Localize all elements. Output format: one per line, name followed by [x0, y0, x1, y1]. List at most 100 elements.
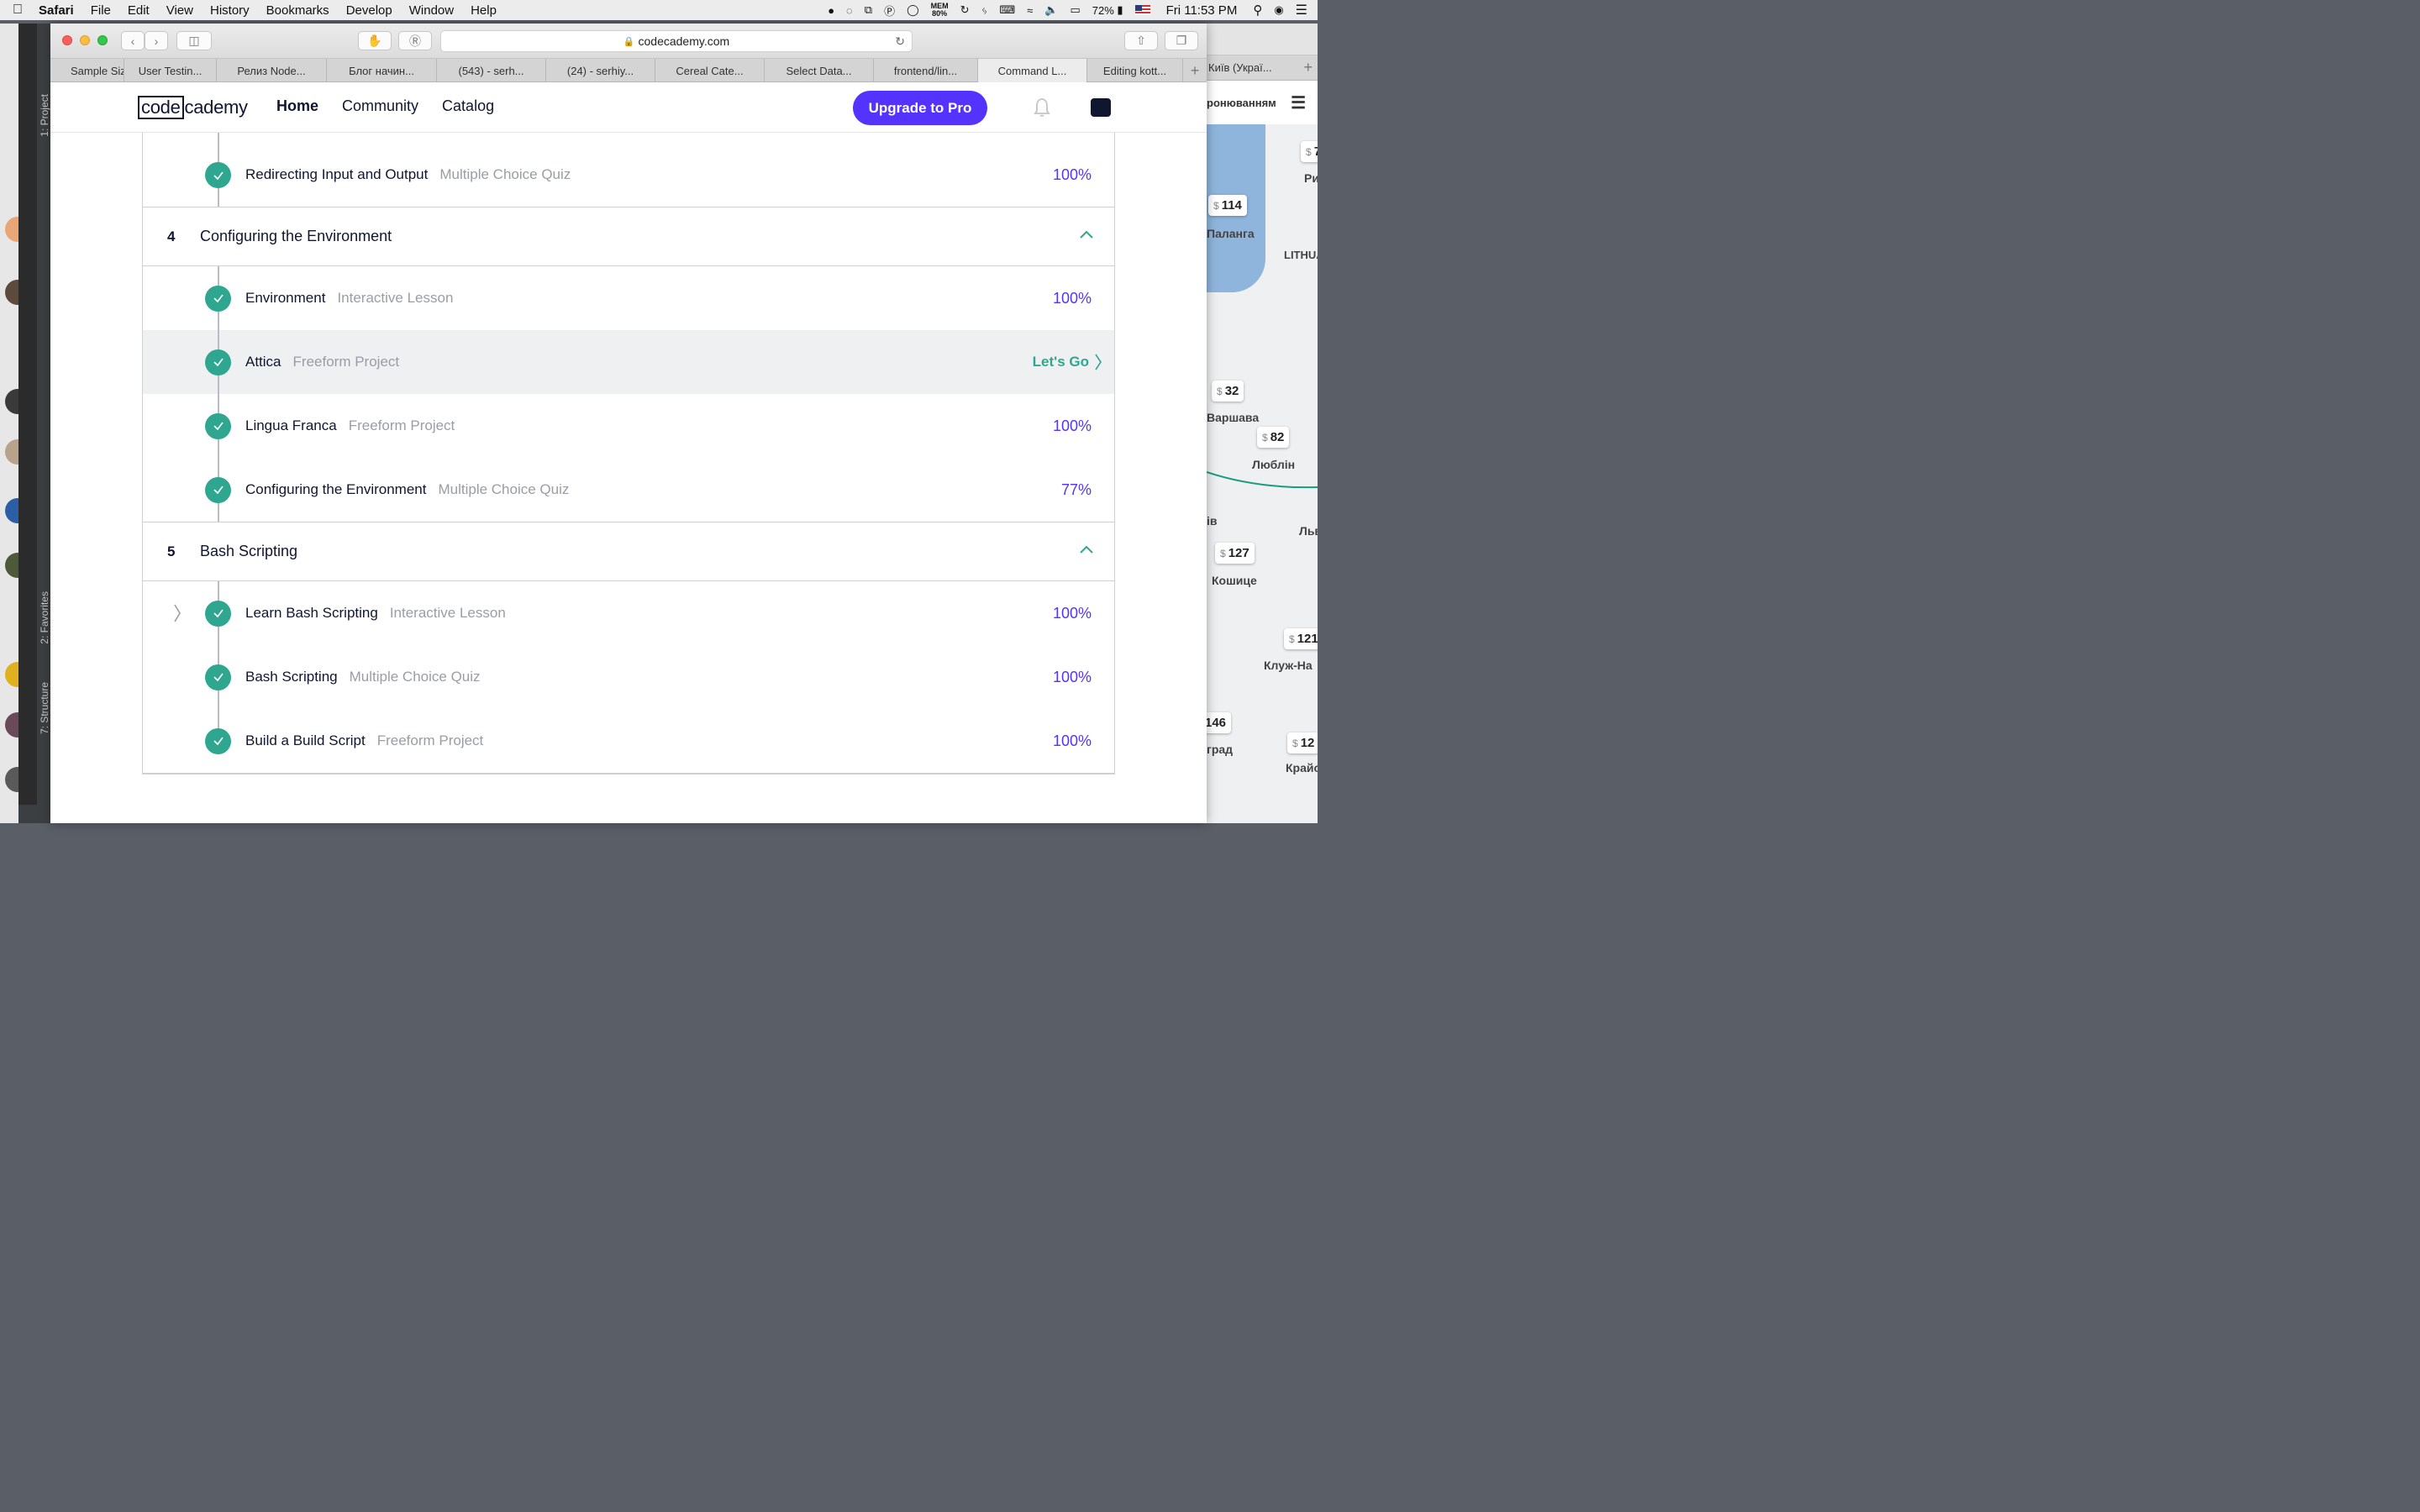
menu-edit[interactable]: Edit	[119, 3, 158, 18]
menu-develop[interactable]: Develop	[338, 3, 401, 18]
browser-tab[interactable]: (543) - serh...	[437, 59, 546, 82]
browser-tab[interactable]: User Testin...	[124, 59, 217, 82]
reload-icon[interactable]: ↻	[895, 34, 905, 49]
menu-file[interactable]: File	[82, 3, 119, 18]
browser-tab[interactable]: Editing kott...	[1087, 59, 1183, 82]
section-header[interactable]: 5 Bash Scripting	[143, 522, 1114, 581]
lesson-row-hovered[interactable]: Attica Freeform Project Let's Go	[143, 330, 1114, 394]
notifications-bell-icon[interactable]	[1034, 97, 1050, 118]
price-pin[interactable]: $82	[1257, 427, 1290, 448]
project-panel-tab[interactable]: 1: Project	[39, 94, 50, 137]
hamburger-menu-icon[interactable]: ☰	[1291, 92, 1306, 113]
logo-text: cademy	[184, 97, 249, 118]
codecademy-header: code cademy Home Community Catalog Upgrad…	[50, 82, 1207, 133]
wifi-icon[interactable]: ≈	[1021, 4, 1039, 17]
extension-button[interactable]: ✋	[358, 31, 392, 50]
show-tabs-button[interactable]: ❐	[1165, 31, 1198, 50]
background-header-text[interactable]: ронюванням	[1207, 97, 1276, 109]
structure-panel-tab[interactable]: 7: Structure	[39, 682, 50, 734]
siri-icon[interactable]: ◉	[1268, 3, 1289, 17]
lesson-row[interactable]: Bash Scripting Multiple Choice Quiz 100%	[143, 645, 1114, 709]
lesson-name: Redirecting Input and Output	[245, 166, 429, 182]
menubar-clock[interactable]: Fri 11:53 PM	[1156, 3, 1248, 18]
airplay-icon[interactable]: ▭	[1064, 3, 1086, 17]
back-button[interactable]: ‹	[121, 31, 145, 50]
keyboard-icon[interactable]: ⌨	[993, 3, 1021, 17]
browser-tab[interactable]: Блог начин...	[327, 59, 437, 82]
bluetooth-icon[interactable]: ᛃ	[976, 4, 994, 17]
nav-home[interactable]: Home	[276, 97, 318, 115]
minimize-window-button[interactable]	[80, 35, 90, 45]
new-tab-button[interactable]: +	[1183, 59, 1207, 82]
notification-center-icon[interactable]: ☰	[1290, 2, 1318, 18]
price-pin[interactable]: 146	[1207, 712, 1232, 733]
sync-icon[interactable]: ◌	[840, 4, 859, 17]
logo-boxed-text: code	[138, 96, 184, 119]
share-button[interactable]: ⇧	[1124, 31, 1158, 50]
chevron-up-icon[interactable]	[1079, 544, 1094, 554]
lesson-progress: 100%	[1052, 166, 1092, 183]
time-machine-icon[interactable]: ↻	[955, 3, 976, 17]
background-site-header: ронюванням ☰	[1207, 81, 1318, 124]
grammarly-button[interactable]: Ⓡ	[398, 31, 432, 50]
forward-button[interactable]: ›	[145, 31, 168, 50]
section-header[interactable]: 4 Configuring the Environment	[143, 207, 1114, 266]
memory-monitor[interactable]: MEM 80%	[925, 3, 955, 18]
flight-price-map[interactable]: $7 Ри $114 Паланга LITHUA $32 Варшава $8…	[1207, 124, 1318, 823]
skype-icon[interactable]: Ⓟ	[878, 3, 901, 18]
lesson-progress: 77%	[1060, 480, 1092, 498]
browser-tab[interactable]: Релиз Node...	[217, 59, 327, 82]
price-pin[interactable]: $121	[1284, 628, 1318, 649]
creative-cloud-icon[interactable]: ●	[822, 4, 840, 17]
close-window-button[interactable]	[62, 35, 72, 45]
battery-indicator[interactable]: 72% ▮	[1086, 3, 1129, 17]
spotlight-search-icon[interactable]: ⚲	[1247, 3, 1268, 18]
browser-tab[interactable]: frontend/lin...	[874, 59, 978, 82]
volume-icon[interactable]: 🔈	[1039, 3, 1064, 17]
address-bar[interactable]: 🔒 codecademy.com ↻	[440, 30, 913, 52]
browser-tab[interactable]: Select Data...	[765, 59, 874, 82]
menu-bookmarks[interactable]: Bookmarks	[258, 3, 338, 18]
input-source-flag-icon[interactable]	[1129, 5, 1156, 15]
price-pin[interactable]: $12	[1287, 732, 1318, 753]
lesson-row[interactable]: Learn Bash Scripting Interactive Lesson 1…	[143, 581, 1114, 645]
price-pin[interactable]: $32	[1212, 381, 1244, 402]
zoom-window-button[interactable]	[97, 35, 108, 45]
lesson-row[interactable]: Redirecting Input and Output Multiple Cho…	[143, 133, 1114, 207]
menu-help[interactable]: Help	[462, 3, 505, 18]
chevron-up-icon[interactable]	[1079, 229, 1094, 239]
favorites-panel-tab[interactable]: 2: Favorites	[39, 591, 50, 644]
price-pin[interactable]: $114	[1208, 195, 1247, 216]
lesson-row[interactable]: Environment Interactive Lesson 100%	[143, 266, 1114, 330]
user-avatar[interactable]	[1091, 98, 1111, 117]
lesson-row[interactable]: Build a Build Script Freeform Project 100…	[143, 709, 1114, 774]
price-pin[interactable]: $7	[1301, 141, 1318, 162]
lesson-type: Freeform Project	[348, 417, 455, 433]
nav-community[interactable]: Community	[342, 97, 418, 115]
codecademy-logo[interactable]: code cademy	[138, 96, 248, 119]
vpn-icon[interactable]: ◯	[901, 3, 925, 17]
chevron-right-icon[interactable]	[173, 603, 182, 623]
sidebar-toggle-button[interactable]: ◫	[176, 31, 212, 50]
lets-go-link[interactable]: Let's Go	[1033, 353, 1102, 371]
menu-app-name[interactable]: Safari	[35, 3, 82, 18]
browser-tab[interactable]: (24) - serhiy...	[546, 59, 655, 82]
price-pin[interactable]: $127	[1215, 543, 1255, 564]
browser-tab-active[interactable]: Command L...	[978, 59, 1087, 82]
browser-tab[interactable]: Cereal Cate...	[655, 59, 765, 82]
nav-catalog[interactable]: Catalog	[442, 97, 494, 115]
menu-window[interactable]: Window	[401, 3, 462, 18]
city-label: град	[1207, 743, 1234, 756]
screenshot-icon[interactable]: ⧉	[859, 3, 878, 17]
browser-tab[interactable]: Sample Size	[50, 59, 124, 82]
lesson-row[interactable]: Configuring the Environment Multiple Choi…	[143, 458, 1114, 522]
menu-history[interactable]: History	[202, 3, 258, 18]
apple-menu-icon[interactable]: 	[0, 3, 35, 18]
background-new-tab-icon[interactable]: +	[1303, 59, 1313, 76]
complete-check-icon	[205, 285, 231, 312]
upgrade-to-pro-button[interactable]: Upgrade to Pro	[853, 91, 987, 125]
background-tab[interactable]: Київ (Украї...	[1208, 61, 1272, 74]
menu-view[interactable]: View	[158, 3, 202, 18]
lesson-row[interactable]: Lingua Franca Freeform Project 100%	[143, 394, 1114, 458]
tabs-overview-icon: ❐	[1176, 34, 1187, 47]
